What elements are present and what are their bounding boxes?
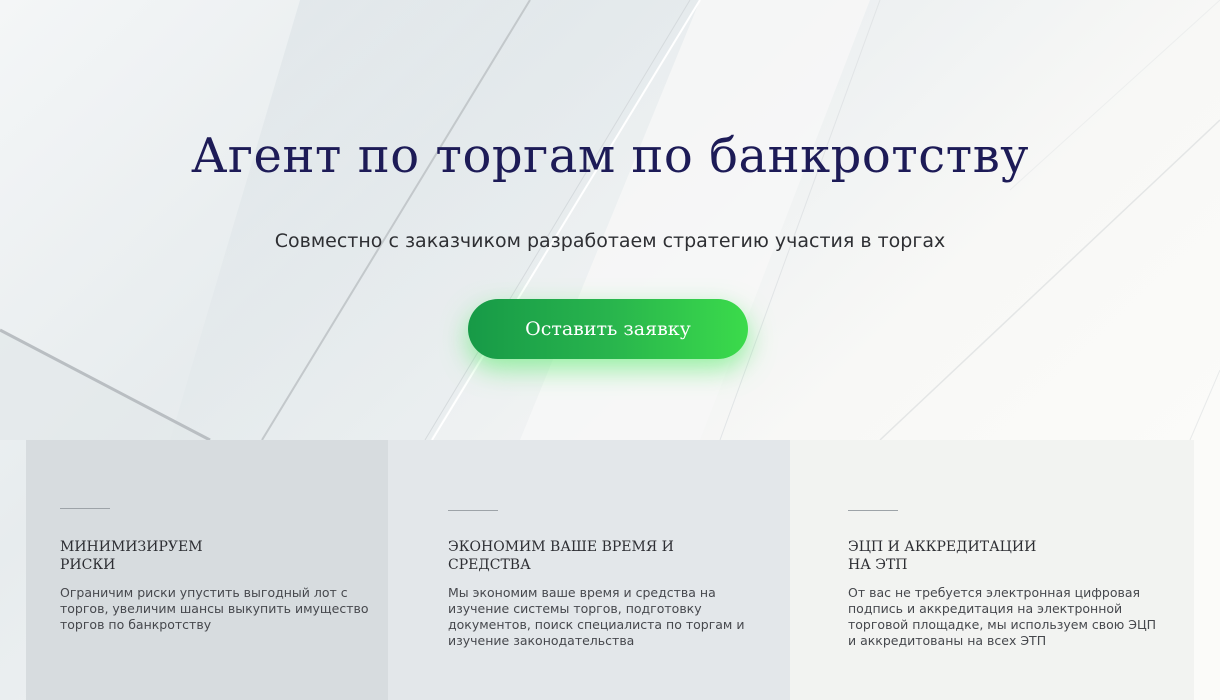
page-title: Агент по торгам по банкротству [191, 128, 1029, 184]
feature-divider [848, 510, 898, 511]
feature-card-signature: ЭЦП И АККРЕДИТАЦИИ НА ЭТП От вас не треб… [790, 440, 1194, 700]
feature-card-risks: МИНИМИЗИРУЕМ РИСКИ Ограничим риски упуст… [26, 440, 388, 700]
submit-request-button[interactable]: Оставить заявку [468, 299, 748, 359]
feature-divider [448, 510, 498, 511]
features-section: МИНИМИЗИРУЕМ РИСКИ Ограничим риски упуст… [26, 440, 1194, 700]
feature-title: МИНИМИЗИРУЕМ РИСКИ [60, 539, 203, 573]
hero-subtitle: Совместно с заказчиком разработаем страт… [274, 230, 946, 252]
feature-card-savings: ЭКОНОМИМ ВАШЕ ВРЕМЯ И СРЕДСТВА Мы эконом… [388, 440, 790, 700]
feature-text: От вас не требуется электронная цифровая… [848, 585, 1157, 648]
feature-title: ЭЦП И АККРЕДИТАЦИИ НА ЭТП [848, 539, 1037, 573]
feature-title: ЭКОНОМИМ ВАШЕ ВРЕМЯ И СРЕДСТВА [448, 539, 674, 573]
feature-text: Мы экономим ваше время и средства на изу… [448, 585, 745, 648]
feature-divider [60, 508, 110, 509]
feature-text: Ограничим риски упустить выгодный лот с … [60, 585, 369, 632]
